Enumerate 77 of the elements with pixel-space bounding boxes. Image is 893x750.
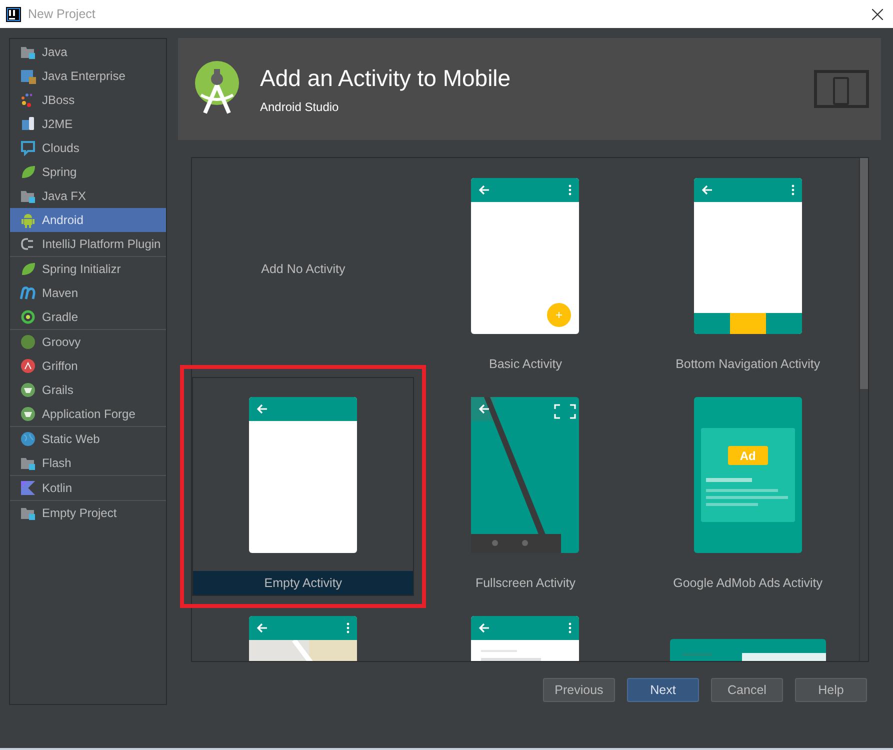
dialog-button[interactable]: Cancel <box>711 678 783 702</box>
header-subtitle: Android Studio <box>260 100 340 114</box>
activity-template[interactable]: Ad Google AdMob Ads Activity <box>636 377 859 596</box>
circle-icon <box>20 334 36 350</box>
android-robot-icon <box>20 212 36 228</box>
kotlin-icon <box>20 480 36 496</box>
template-label: Basic Activity <box>488 356 563 373</box>
sidebar-item[interactable]: Application Forge <box>10 402 166 426</box>
sidebar-item-label: Application Forge <box>42 407 136 421</box>
tablet-phone-icon <box>814 70 869 108</box>
scrollbar-thumb[interactable] <box>860 158 868 389</box>
sidebar-item[interactable]: Clouds <box>10 136 166 160</box>
sidebar-item-label: Groovy <box>42 335 81 349</box>
template-label: Empty Activity <box>193 571 414 595</box>
sidebar-item-label: Clouds <box>42 141 80 155</box>
sidebar-item[interactable]: Maven <box>10 281 166 305</box>
app-logo-icon <box>6 6 21 22</box>
cup-icon <box>20 382 36 398</box>
sidebar-item-label: Java <box>42 45 68 59</box>
globe-icon <box>20 431 36 447</box>
sidebar-item-label: Java FX <box>42 189 86 203</box>
arches-icon <box>20 285 36 301</box>
sidebar-item[interactable]: Kotlin <box>10 476 166 500</box>
sidebar-item[interactable]: Groovy <box>10 330 166 354</box>
ring-icon <box>20 309 36 325</box>
sidebar-item[interactable]: Flash <box>10 451 166 475</box>
sidebar-item-label: Kotlin <box>42 481 72 495</box>
template-label: Add No Activity <box>260 262 346 276</box>
sidebar-item[interactable]: Java <box>10 40 166 64</box>
sidebar-item-label: Static Web <box>42 432 100 446</box>
sidebar-item[interactable]: Empty Project <box>10 501 166 525</box>
template-label: Bottom Navigation Activity <box>674 356 822 373</box>
leaf-icon <box>20 164 36 180</box>
sidebar-item[interactable]: Java Enterprise <box>10 64 166 88</box>
sidebar-item[interactable]: Grails <box>10 378 166 402</box>
cup-icon <box>20 406 36 422</box>
sidebar-item[interactable]: Android <box>10 208 166 232</box>
close-icon[interactable] <box>872 8 883 20</box>
activity-template[interactable]: Fullscreen Activity <box>414 377 637 596</box>
window-title: New Project <box>28 7 96 21</box>
sidebar-item[interactable]: Spring <box>10 160 166 184</box>
sidebar-item-label: Java Enterprise <box>42 69 126 83</box>
sidebar-item-label: IntelliJ Platform Plugin <box>42 237 161 251</box>
sidebar-item[interactable]: J2ME <box>10 112 166 136</box>
sidebar-item[interactable]: Spring Initializr <box>10 257 166 281</box>
sidebar-item-label: Android <box>42 213 84 227</box>
sidebar-item-label: Griffon <box>42 359 78 373</box>
leaf-icon <box>20 261 36 277</box>
sidebar-item-label: JBoss <box>42 93 75 107</box>
sidebar-item[interactable]: Static Web <box>10 427 166 451</box>
sidebar-item-label: Empty Project <box>42 506 117 520</box>
template-label: Google AdMob Ads Activity <box>672 575 824 592</box>
sidebar-item[interactable]: Gradle <box>10 305 166 329</box>
dialog-button[interactable]: Next <box>627 678 699 702</box>
sidebar-item[interactable]: IntelliJ Platform Plugin <box>10 232 166 256</box>
sidebar-item-label: J2ME <box>42 117 73 131</box>
ad-badge: Ad <box>728 446 768 465</box>
circle-icon <box>20 358 36 374</box>
sidebar-item-label: Spring Initializr <box>42 262 121 276</box>
dialog-button[interactable]: Previous <box>543 678 615 702</box>
activity-template[interactable]: Basic Activity <box>414 158 637 377</box>
sidebar-item-label: Flash <box>42 456 72 470</box>
sidebar-item[interactable]: Java FX <box>10 184 166 208</box>
activity-template[interactable]: Bottom Navigation Activity <box>636 158 859 377</box>
header-title: Add an Activity to Mobile <box>260 64 511 92</box>
sidebar-item[interactable]: JBoss <box>10 88 166 112</box>
activity-template[interactable]: Add No Activity <box>192 158 414 377</box>
sidebar-item-label: Gradle <box>42 310 78 324</box>
sidebar-item-label: Maven <box>42 286 78 300</box>
sidebar-item-label: Grails <box>42 383 74 397</box>
dialog-button[interactable]: Help <box>795 678 867 702</box>
plug-icon <box>20 236 36 252</box>
chat-icon <box>20 140 36 156</box>
template-label: Fullscreen Activity <box>474 575 576 592</box>
sidebar-item[interactable]: Griffon <box>10 354 166 378</box>
phone-icon <box>20 116 36 132</box>
sidebar-item-label: Spring <box>42 165 77 179</box>
